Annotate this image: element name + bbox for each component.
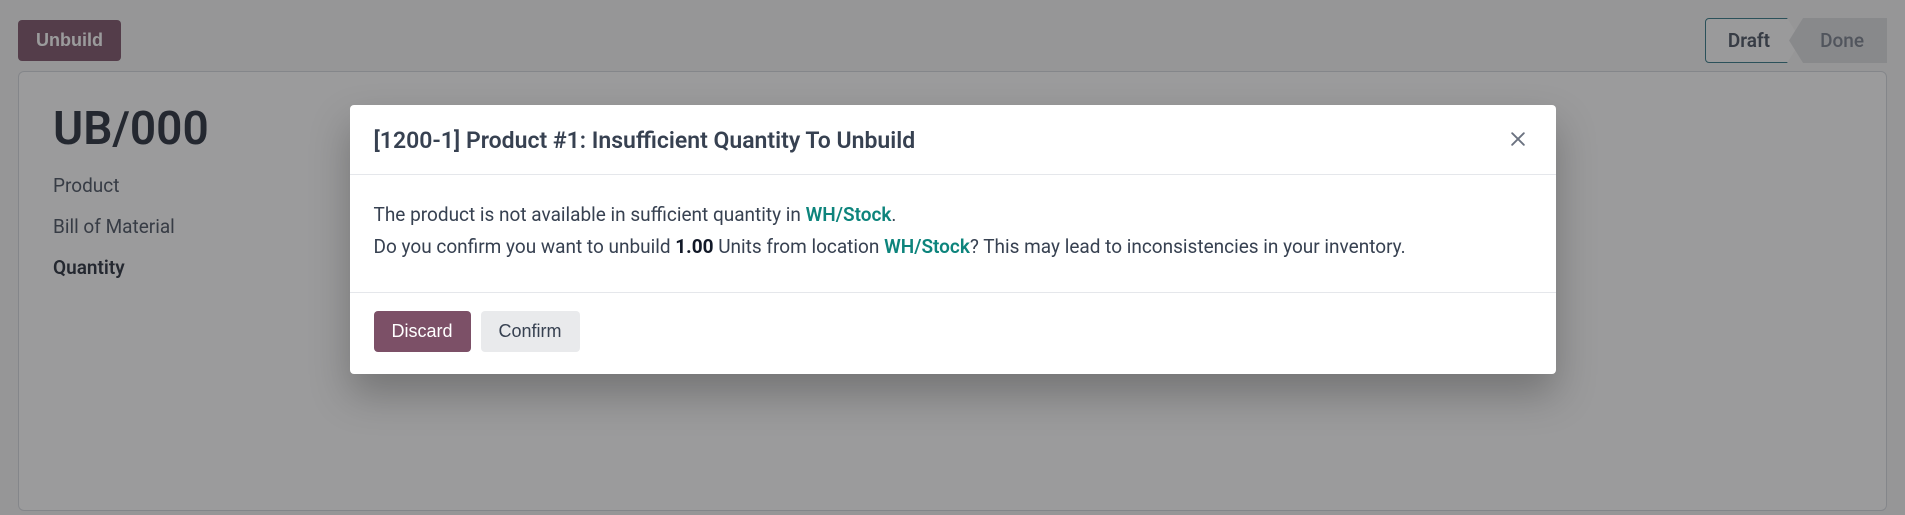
modal-text: The product is not available in sufficie… bbox=[374, 203, 806, 226]
confirm-button[interactable]: Confirm bbox=[481, 311, 580, 352]
modal-overlay: [1200-1] Product #1: Insufficient Quanti… bbox=[0, 0, 1905, 515]
modal-body: The product is not available in sufficie… bbox=[350, 175, 1556, 293]
discard-button[interactable]: Discard bbox=[374, 311, 471, 352]
qty-value: 1.00 bbox=[675, 235, 713, 258]
modal-text: Units from location bbox=[714, 235, 885, 258]
location-link[interactable]: WH/Stock bbox=[806, 203, 892, 226]
modal-close-button[interactable] bbox=[1504, 125, 1532, 156]
modal-title: [1200-1] Product #1: Insufficient Quanti… bbox=[374, 127, 916, 154]
modal-text: Do you confirm you want to unbuild bbox=[374, 235, 676, 258]
modal-text: . bbox=[891, 203, 896, 226]
modal-text: ? This may lead to inconsistencies in yo… bbox=[970, 235, 1406, 258]
close-icon bbox=[1508, 137, 1528, 152]
location-link[interactable]: WH/Stock bbox=[884, 235, 970, 258]
warning-modal: [1200-1] Product #1: Insufficient Quanti… bbox=[350, 105, 1556, 374]
